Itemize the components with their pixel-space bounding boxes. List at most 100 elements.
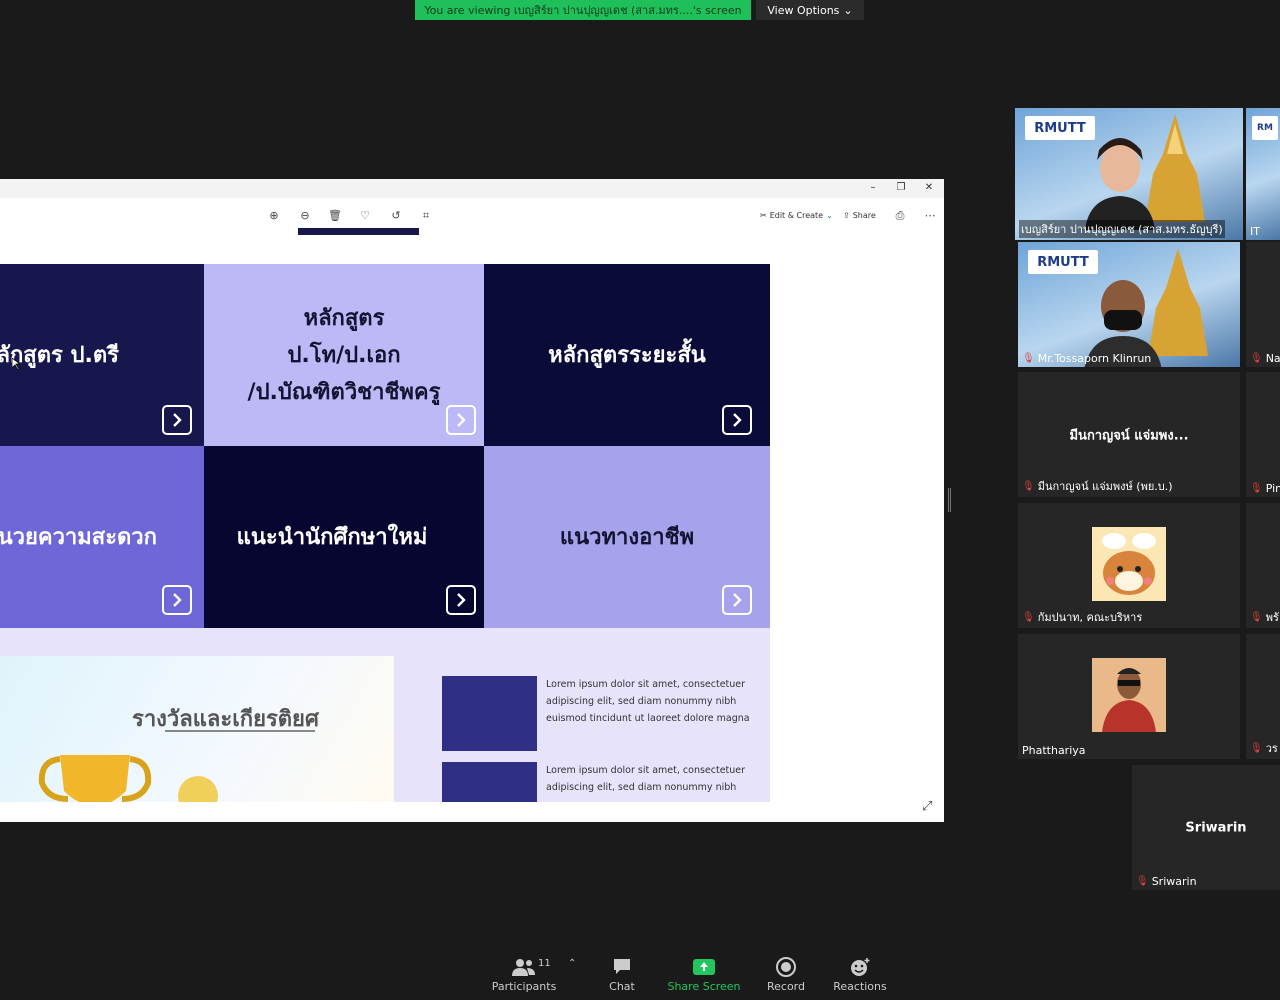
- mic-muted-icon: 🎙: [1250, 742, 1263, 754]
- edit-create-label: Edit & Create: [769, 211, 824, 220]
- participant-name-text: พรั: [1265, 611, 1279, 624]
- arrow-right-icon[interactable]: [446, 585, 476, 615]
- tile-label-line-2: ป.โท/ป.เอก: [287, 342, 401, 368]
- tile-label: แนวทางอาชีพ: [559, 524, 695, 550]
- participant-name-text: กัมปนาท, คณะบริหาร: [1037, 611, 1143, 624]
- participant-name-text: มีนกาญจน์ แจ่มพงษ์ (พย.บ.): [1037, 480, 1173, 493]
- tile-bachelor[interactable]: หลักสูตร ป.ตรี: [0, 264, 204, 446]
- participant-name: 🎙 Pin: [1250, 482, 1280, 495]
- share-button[interactable]: ⇪ Share: [843, 208, 876, 224]
- participant-video-tile[interactable]: RMUTT เบญสิร์ยา ปานปุญญเดช (สาส.มทร.ธัญบ…: [1015, 108, 1243, 240]
- share-label: Share: [852, 211, 876, 220]
- splitter-handle[interactable]: [948, 488, 951, 512]
- minimize-icon[interactable]: –: [866, 181, 880, 195]
- participant-tile[interactable]: 🎙 Pin: [1246, 372, 1280, 497]
- tile-new-students[interactable]: แนะนำนักศึกษาใหม่: [204, 446, 484, 628]
- award-card[interactable]: รางวัลและเกียรติยศ: [0, 656, 394, 802]
- participant-name: 🎙 Mr.Tossaporn Klinrun: [1022, 352, 1151, 365]
- reactions-label: Reactions: [833, 980, 887, 993]
- window-titlebar: – ❐ ✕: [0, 179, 944, 198]
- participant-name: 🎙 Sriwarin: [1136, 875, 1197, 888]
- arrow-right-icon[interactable]: [162, 405, 192, 435]
- delete-icon[interactable]: 🗑: [327, 208, 343, 224]
- participant-name: 🎙 วร: [1250, 739, 1278, 757]
- participant-tile[interactable]: Phatthariya: [1018, 634, 1240, 759]
- more-icon[interactable]: ⋯: [922, 208, 938, 224]
- share-screen-button[interactable]: Share Screen: [664, 956, 744, 993]
- participants-icon: [484, 956, 564, 978]
- rotate-icon[interactable]: ↺: [388, 208, 404, 224]
- tile-facilities[interactable]: อำนวยความสะดวก: [0, 446, 204, 628]
- viewing-banner: You are viewing เบญสิร์ยา ปานปุญญเดช (สา…: [415, 0, 751, 20]
- chevron-down-icon: ⌄: [826, 211, 833, 220]
- participant-name: IT: [1250, 225, 1260, 238]
- tile-label-line-1: หลักสูตร: [303, 305, 385, 331]
- viewing-banner-text: You are viewing เบญสิร์ยา ปานปุญญเดช (สา…: [424, 4, 742, 17]
- share-screen-label: Share Screen: [667, 980, 741, 993]
- news-item[interactable]: Lorem ipsum dolor sit amet, consectetuer…: [442, 762, 762, 802]
- participant-name-text: วร: [1265, 742, 1278, 755]
- participant-tile[interactable]: มีนกาญจน์ แจ่มพง... 🎙 มีนกาญจน์ แจ่มพงษ์…: [1018, 372, 1240, 497]
- mic-muted-icon: 🎙: [1250, 483, 1263, 494]
- arrow-right-icon[interactable]: [162, 585, 192, 615]
- participant-person: [1085, 138, 1155, 230]
- tile-label: อำนวยความสะดวก: [0, 524, 157, 550]
- participant-name: 🎙 พรั: [1250, 608, 1279, 626]
- mic-muted-icon: 🎙: [1022, 353, 1035, 364]
- arrow-right-icon[interactable]: [722, 585, 752, 615]
- reactions-button[interactable]: Reactions: [820, 956, 900, 993]
- print-icon[interactable]: ⎙: [892, 208, 908, 224]
- chevron-down-icon: ⌄: [843, 3, 853, 17]
- mic-muted-icon: 🎙: [1022, 480, 1035, 492]
- participant-tile[interactable]: Sriwarin 🎙 Sriwarin: [1132, 765, 1280, 890]
- news-text: Lorem ipsum dolor sit amet, consectetuer…: [546, 765, 746, 793]
- chevron-up-icon[interactable]: ⌃: [568, 958, 576, 969]
- participants-count: 11: [538, 958, 551, 969]
- participants-button[interactable]: Participants: [484, 956, 564, 993]
- tile-label: แนะนำนักศึกษาใหม่: [236, 524, 428, 550]
- view-options-button[interactable]: View Options ⌄: [756, 0, 864, 20]
- divider: [165, 730, 315, 732]
- crop-icon[interactable]: ⌗: [418, 208, 434, 224]
- share-screen-icon: [664, 956, 744, 978]
- participant-tile[interactable]: 🎙 Na: [1246, 242, 1280, 367]
- participant-tile[interactable]: 🎙 วร: [1246, 634, 1280, 759]
- tile-graduate[interactable]: หลักสูตร ป.โท/ป.เอก /ป.บัณฑิตวิชาชีพครู: [204, 264, 484, 446]
- zoom-out-icon[interactable]: ⊖: [297, 208, 313, 224]
- chat-icon: [582, 956, 662, 978]
- tile-label-line-3: /ป.บัณฑิตวิชาชีพครู: [247, 379, 441, 405]
- expand-icon[interactable]: ⤢: [922, 800, 936, 814]
- chat-button[interactable]: Chat: [582, 956, 662, 993]
- arrow-right-icon[interactable]: [722, 405, 752, 435]
- edit-create-button[interactable]: ✂ Edit & Create ⌄: [760, 208, 833, 224]
- participant-name-text: Mr.Tossaporn Klinrun: [1037, 352, 1152, 365]
- news-item[interactable]: Lorem ipsum dolor sit amet, consectetuer…: [442, 676, 762, 751]
- shared-screen-window: – ❐ ✕ ⊕ ⊖ 🗑 ♡ ↺ ⌗ ✂ Edit & Create ⌄ ⇪ Sh…: [0, 179, 944, 822]
- close-icon[interactable]: ✕: [922, 181, 936, 195]
- mouse-cursor-icon: [12, 358, 20, 370]
- participant-name: เบญสิร์ยา ปานปุญญเดช (สาส.มทร.ธัญบุรี): [1019, 220, 1225, 238]
- restore-icon[interactable]: ❐: [894, 181, 908, 195]
- reactions-icon: [820, 956, 900, 978]
- arrow-right-icon[interactable]: [446, 405, 476, 435]
- participant-video-tile[interactable]: RMUTT 🎙 Mr.Tossaporn Klinrun: [1018, 242, 1240, 367]
- participant-tile[interactable]: 🎙 พรั: [1246, 503, 1280, 628]
- share-icon: ⇪: [843, 211, 850, 220]
- participant-tile[interactable]: 🎙 กัมปนาท, คณะบริหาร: [1018, 503, 1240, 628]
- participant-video-tile[interactable]: RM IT: [1246, 108, 1280, 240]
- favorite-icon[interactable]: ♡: [357, 208, 373, 224]
- zoom-in-icon[interactable]: ⊕: [266, 208, 282, 224]
- record-button[interactable]: Record: [746, 956, 826, 993]
- participant-name-text: Phatthariya: [1022, 744, 1086, 757]
- participant-name-text: IT: [1250, 225, 1260, 238]
- edit-icon: ✂: [760, 211, 767, 220]
- participants-label: Participants: [491, 980, 557, 993]
- view-options-label: View Options: [767, 3, 840, 17]
- record-icon: [746, 956, 826, 978]
- participant-display-name: มีนกาญจน์ แจ่มพง...: [1069, 428, 1189, 443]
- chat-label: Chat: [609, 980, 635, 993]
- participant-display-name: Sriwarin: [1185, 820, 1247, 835]
- news-thumbnail: [442, 762, 537, 802]
- tile-short-course[interactable]: หลักสูตรระยะสั้น: [484, 264, 770, 446]
- tile-career[interactable]: แนวทางอาชีพ: [484, 446, 770, 628]
